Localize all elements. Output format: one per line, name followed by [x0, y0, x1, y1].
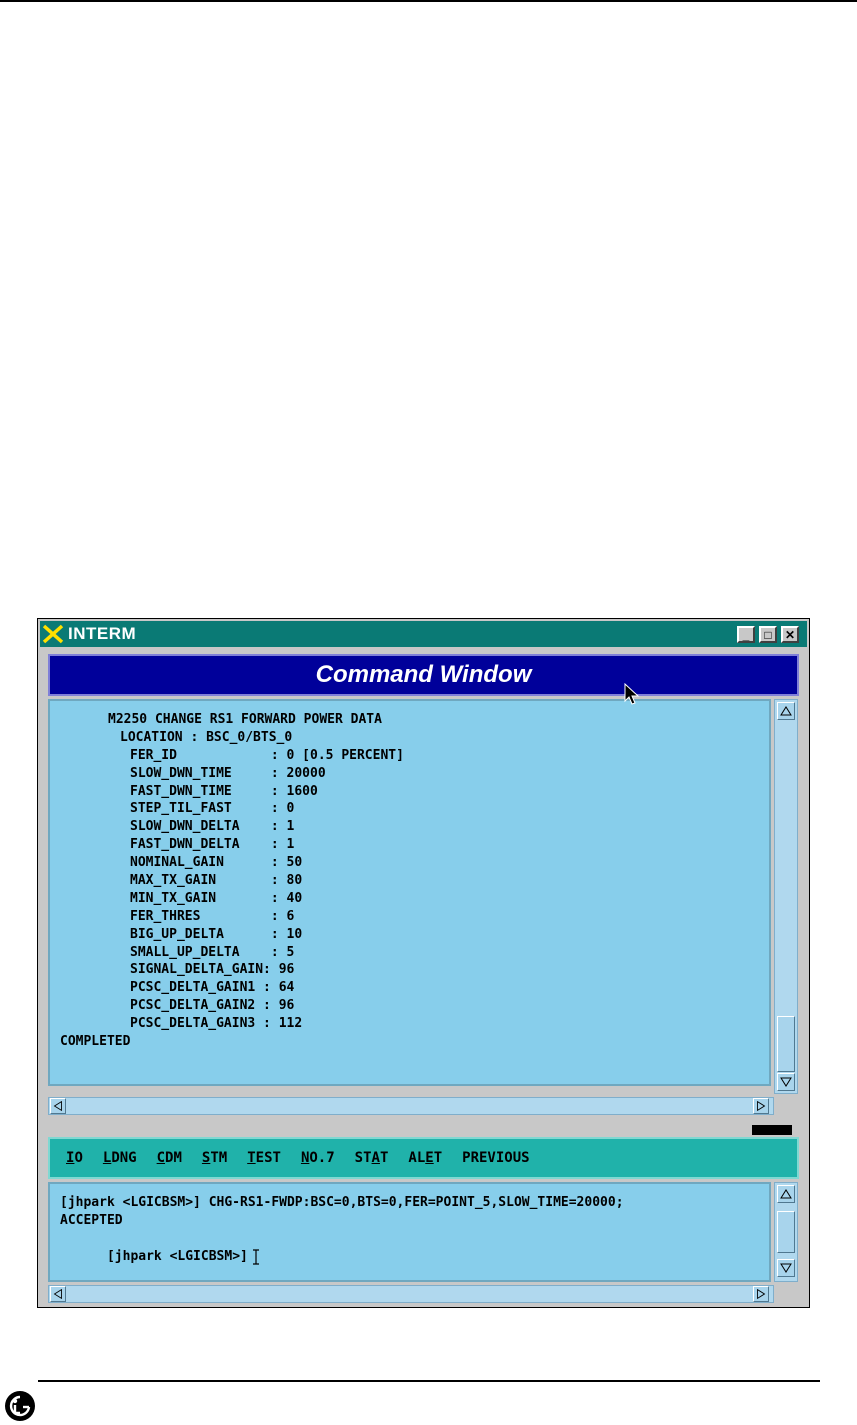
scroll-left-button[interactable]	[50, 1098, 66, 1114]
arrow-up-icon	[780, 706, 792, 716]
console-vertical-scrollbar[interactable]	[774, 1182, 798, 1282]
menu-item-hotkey: E	[425, 1150, 434, 1166]
output-footer: COMPLETED	[60, 1034, 131, 1050]
menu-item-stat[interactable]: STAT	[355, 1150, 389, 1166]
output-rows: FER_ID : 0 [0.5 PERCENT] SLOW_DWN_TIME : …	[60, 747, 769, 1033]
menu-item-text: O.7	[309, 1150, 335, 1166]
output-row: FAST_DWN_TIME : 1600	[130, 783, 318, 799]
output-row: FER_ID : 0 [0.5 PERCENT]	[130, 747, 404, 763]
menu-item-text: EST	[255, 1150, 281, 1166]
text-cursor-icon	[252, 1248, 259, 1265]
console-command-line: [jhpark <LGICBSM>] CHG-RS1-FWDP:BSC=0,BT…	[60, 1195, 624, 1210]
command-menu-bar: IO LDNG CDM STM TEST NO.7 STAT ALET PREVIOUS	[48, 1137, 799, 1179]
menu-item-previous[interactable]: PREVIOUS	[462, 1150, 529, 1166]
menu-item-text: AL	[408, 1150, 426, 1166]
output-row: SIGNAL_DELTA_GAIN: 96	[130, 962, 295, 978]
scroll-thumb[interactable]	[777, 1016, 795, 1072]
console-prompt: [jhpark <LGICBSM>]	[106, 1249, 248, 1264]
arrow-up-icon	[780, 1189, 792, 1199]
output-location: LOCATION : BSC_0/BTS_0	[120, 729, 293, 745]
command-window-header: Command Window	[48, 654, 799, 696]
window-titlebar[interactable]: INTERM _ □ ✕	[40, 621, 807, 647]
console-input-area[interactable]: [jhpark <LGICBSM>] CHG-RS1-FWDP:BSC=0,BT…	[48, 1182, 771, 1282]
output-row: PCSC_DELTA_GAIN3 : 112	[130, 1016, 303, 1032]
console-response-line: ACCEPTED	[60, 1213, 123, 1228]
output-row: SMALL_UP_DELTA : 5	[130, 944, 295, 960]
output-row: SLOW_DWN_TIME : 20000	[130, 765, 326, 781]
lg-logo-icon	[5, 1391, 35, 1421]
output-row: FAST_DWN_DELTA : 1	[130, 837, 295, 853]
menu-item-text: T	[379, 1150, 389, 1166]
menu-item-text: ST	[354, 1150, 372, 1166]
menu-item-text: T	[433, 1150, 443, 1166]
console-horizontal-scrollbar[interactable]	[48, 1285, 774, 1303]
maximize-button[interactable]: □	[759, 626, 777, 643]
arrow-left-icon	[53, 1288, 62, 1300]
minimize-button[interactable]: _	[737, 626, 755, 643]
scroll-right-button[interactable]	[753, 1098, 769, 1114]
arrow-right-icon	[757, 1100, 766, 1112]
menu-item-hotkey: T	[247, 1150, 256, 1166]
close-button[interactable]: ✕	[781, 626, 799, 643]
output-vertical-scrollbar[interactable]	[774, 699, 798, 1094]
command-window-title: Command Window	[315, 661, 532, 688]
output-row: SLOW_DWN_DELTA : 1	[130, 819, 295, 835]
menu-item-cdm[interactable]: CDM	[157, 1150, 182, 1166]
menu-item-no7[interactable]: NO.7	[301, 1150, 335, 1166]
arrow-down-icon	[780, 1077, 792, 1087]
menu-item-text: DM	[165, 1150, 182, 1166]
menu-item-hotkey: C	[156, 1150, 166, 1166]
scroll-down-button[interactable]	[777, 1073, 795, 1091]
console-prompt-line[interactable]: [jhpark <LGICBSM>]	[60, 1230, 769, 1265]
output-row: PCSC_DELTA_GAIN2 : 96	[130, 998, 295, 1014]
output-row: BIG_UP_DELTA : 10	[130, 926, 303, 942]
output-row: FER_THRES : 6	[130, 908, 295, 924]
maximize-icon: □	[764, 627, 772, 642]
menu-item-ldng[interactable]: LDNG	[103, 1150, 137, 1166]
menu-item-hotkey: A	[371, 1150, 380, 1166]
pane-resize-handle[interactable]	[750, 1123, 794, 1137]
scroll-up-button[interactable]	[777, 702, 795, 720]
close-icon: ✕	[784, 627, 796, 642]
arrow-right-icon	[757, 1288, 766, 1300]
menu-item-alet[interactable]: ALET	[408, 1150, 442, 1166]
menu-item-text: PREVIOUS	[462, 1150, 530, 1166]
console-scroll-left-button[interactable]	[50, 1286, 66, 1302]
interm-window: INTERM _ □ ✕ Command Window M2250 CHANGE…	[37, 618, 810, 1308]
output-row: NOMINAL_GAIN : 50	[130, 855, 303, 871]
menu-item-io[interactable]: IO	[66, 1150, 83, 1166]
output-row: MIN_TX_GAIN : 40	[130, 890, 303, 906]
minimize-icon: _	[742, 627, 750, 642]
menu-item-text: DNG	[111, 1150, 137, 1166]
arrow-down-icon	[780, 1263, 792, 1273]
output-heading: M2250 CHANGE RS1 FORWARD POWER DATA	[108, 712, 382, 727]
arrow-left-icon	[53, 1100, 62, 1112]
x-logo-icon	[42, 624, 64, 644]
menu-item-stm[interactable]: STM	[202, 1150, 227, 1166]
output-row: MAX_TX_GAIN : 80	[130, 873, 303, 889]
page-top-rule	[0, 0, 857, 2]
page-bottom-rule	[38, 1380, 820, 1382]
console-scroll-up-button[interactable]	[777, 1185, 795, 1203]
console-scroll-right-button[interactable]	[753, 1286, 769, 1302]
mouse-pointer-icon	[624, 683, 640, 705]
console-scroll-thumb[interactable]	[777, 1211, 795, 1253]
menu-item-text: O	[74, 1150, 83, 1166]
console-scroll-down-button[interactable]	[777, 1259, 795, 1277]
output-horizontal-scrollbar[interactable]	[48, 1097, 774, 1115]
window-title: INTERM	[68, 624, 137, 643]
command-output-area[interactable]: M2250 CHANGE RS1 FORWARD POWER DATA LOCA…	[48, 699, 771, 1086]
menu-item-test[interactable]: TEST	[247, 1150, 281, 1166]
output-row: STEP_TIL_FAST : 0	[130, 801, 295, 817]
menu-item-text: TM	[210, 1150, 228, 1166]
output-row: PCSC_DELTA_GAIN1 : 64	[130, 980, 295, 996]
